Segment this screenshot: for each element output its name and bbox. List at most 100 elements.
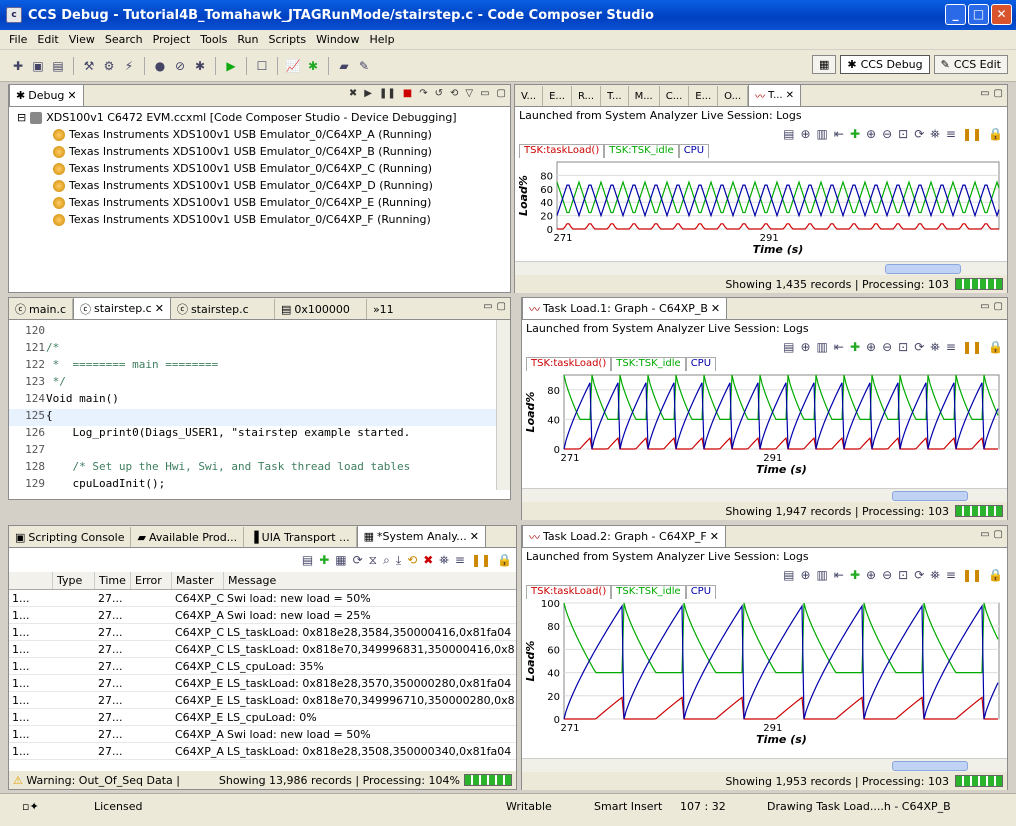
close-icon[interactable]: ✕	[470, 530, 479, 543]
perspective-ccs-edit[interactable]: ✎ CCS Edit	[933, 55, 1008, 74]
zoom-fit-icon[interactable]: ⊡	[898, 568, 908, 582]
lock-icon[interactable]: 🔒	[988, 568, 1003, 582]
legend-item[interactable]: CPU	[685, 585, 717, 599]
table-row[interactable]: 1... 27... C64XP_C LS_taskLoad: 0x818e70,34…	[9, 641, 516, 658]
save-icon[interactable]: ▣	[30, 58, 46, 74]
pause-icon[interactable]: ❚❚	[962, 568, 982, 582]
close-icon[interactable]: ✕	[710, 530, 719, 543]
pin-icon[interactable]: ✎	[356, 58, 372, 74]
minimize-icon[interactable]: ▭	[980, 301, 989, 312]
refresh-icon[interactable]: ⟳	[914, 340, 924, 354]
find-icon[interactable]: ⌕	[383, 553, 390, 568]
menu-file[interactable]: File	[4, 33, 32, 46]
add-icon[interactable]: ✚	[319, 553, 329, 567]
breakpoint-icon[interactable]: ●	[152, 58, 168, 74]
tree-core[interactable]: Texas Instruments XDS100v1 USB Emulator_…	[9, 126, 510, 143]
columns-icon[interactable]: ▤	[783, 340, 794, 354]
legend-item[interactable]: TSK:taskLoad()	[519, 144, 605, 158]
tree-core[interactable]: Texas Instruments XDS100v1 USB Emulator_…	[9, 177, 510, 194]
column-message[interactable]: Message	[224, 572, 504, 589]
resume-icon[interactable]: ▶	[364, 88, 372, 99]
binoculars-icon[interactable]: ⛯	[930, 340, 940, 355]
code-area[interactable]: 120 121/* 122 * ======== main ======== 1…	[9, 320, 510, 490]
table-row[interactable]: 1... 27... C64XP_A Swi load: new load = 50%	[9, 726, 516, 743]
filter-icon[interactable]: ⧖	[369, 553, 377, 568]
close-button[interactable]: ✕	[991, 4, 1012, 25]
step-into-icon[interactable]: ↷	[419, 88, 427, 99]
binoculars-icon[interactable]: ⛯	[930, 568, 940, 583]
chart-2[interactable]: 04080271 291Time (s)Load%	[522, 371, 1005, 481]
stop-icon[interactable]: ■	[403, 88, 412, 99]
maximize-icon[interactable]: ▢	[497, 88, 506, 99]
columns-icon[interactable]: ▤	[302, 553, 313, 567]
grid-icon[interactable]: ▦	[335, 553, 346, 567]
tab-main-c[interactable]: ⓒ main.c	[9, 299, 74, 319]
group-icon[interactable]: ▥	[817, 568, 828, 582]
refresh-icon[interactable]: ⟳	[353, 553, 363, 567]
chart-1[interactable]: 020406080271 291Time (s)Load%	[515, 158, 1005, 261]
new-icon[interactable]: ✚	[10, 58, 26, 74]
table-row[interactable]: 1... 27... C64XP_C Swi load: new load = 50%	[9, 590, 516, 607]
tab-uia-transport[interactable]: ▐ UIA Transport ...	[244, 527, 357, 547]
minimize-button[interactable]: _	[945, 4, 966, 25]
tab-stairstep-c-2[interactable]: ⓒ stairstep.c	[171, 299, 275, 319]
align-icon[interactable]: ⇤	[834, 127, 844, 141]
zoom-out-icon[interactable]: ⊖	[882, 340, 892, 354]
add-icon[interactable]: ✚	[850, 127, 860, 141]
flash-icon[interactable]: ⚡	[121, 58, 137, 74]
maximize-icon[interactable]: ▢	[994, 88, 1003, 99]
marker-icon[interactable]: ⊕	[800, 340, 810, 354]
marker-icon[interactable]: ⊕	[800, 127, 810, 141]
group-icon[interactable]: ▥	[817, 340, 828, 354]
menu-project[interactable]: Project	[148, 33, 196, 46]
tab-expressions[interactable]: E...	[543, 86, 572, 106]
minimize-icon[interactable]: ▭	[980, 529, 989, 540]
suspend-icon[interactable]: ❚❚	[379, 88, 396, 99]
lock-icon[interactable]: 🔒	[988, 127, 1003, 141]
table-row[interactable]: 1... 27... C64XP_E LS_taskLoad: 0x818e70,34…	[9, 692, 516, 709]
tree-core[interactable]: Texas Instruments XDS100v1 USB Emulator_…	[9, 211, 510, 228]
tab-available-products[interactable]: ▰ Available Prod...	[131, 527, 245, 547]
horizontal-scrollbar[interactable]	[522, 758, 1007, 772]
tab-task-load-1[interactable]: 〰 Task Load.1: Graph - C64XP_B ✕	[522, 297, 728, 319]
tab-t[interactable]: T...	[601, 86, 629, 106]
column-error[interactable]: Error	[131, 572, 172, 589]
align-icon[interactable]: ⇤	[834, 568, 844, 582]
zoom-out-icon[interactable]: ⊖	[882, 568, 892, 582]
menu-search[interactable]: Search	[100, 33, 148, 46]
vertical-scrollbar[interactable]	[496, 320, 510, 490]
menu-edit[interactable]: Edit	[32, 33, 63, 46]
minimize-icon[interactable]: ▭	[480, 88, 489, 99]
add-icon[interactable]: ✚	[850, 340, 860, 354]
tree-core[interactable]: Texas Instruments XDS100v1 USB Emulator_…	[9, 143, 510, 160]
tree-root[interactable]: ⊟ XDS100v1 C6472 EVM.ccxml [Code Composer…	[9, 109, 510, 126]
zoom-in-icon[interactable]: ⊕	[866, 568, 876, 582]
pause-icon[interactable]: ❚❚	[962, 127, 982, 141]
tree-core[interactable]: Texas Instruments XDS100v1 USB Emulator_…	[9, 160, 510, 177]
menu-run[interactable]: Run	[232, 33, 263, 46]
close-icon[interactable]: ✕	[155, 302, 164, 315]
menu-help[interactable]: Help	[365, 33, 400, 46]
tab-registers[interactable]: R...	[572, 86, 602, 106]
zoom-in-icon[interactable]: ⊕	[866, 127, 876, 141]
save-all-icon[interactable]: ▤	[50, 58, 66, 74]
legend-item[interactable]: TSK:taskLoad()	[526, 585, 612, 599]
filter-icon[interactable]: ≡	[946, 127, 956, 141]
tab-variables[interactable]: V...	[515, 86, 544, 106]
graph-icon[interactable]: 📈	[285, 58, 301, 74]
zoom-fit-icon[interactable]: ⊡	[898, 340, 908, 354]
close-icon[interactable]: ✕	[786, 90, 794, 101]
perspective-ccs-debug[interactable]: ✱ CCS Debug	[840, 55, 930, 74]
column-master[interactable]: Master	[172, 572, 224, 589]
zoom-out-icon[interactable]: ⊖	[882, 127, 892, 141]
bug-icon[interactable]: ✱	[192, 58, 208, 74]
zoom-fit-icon[interactable]: ⊡	[898, 127, 908, 141]
tab-system-analyzer[interactable]: ▦ *System Analy... ✕	[356, 525, 486, 547]
run-icon[interactable]: ▶	[223, 58, 239, 74]
open-folder-icon[interactable]: ▰	[336, 58, 352, 74]
export-icon[interactable]: ⤓	[396, 553, 401, 568]
zoom-in-icon[interactable]: ⊕	[866, 340, 876, 354]
maximize-icon[interactable]: ▢	[497, 301, 506, 312]
lock-icon[interactable]: 🔒	[497, 553, 512, 567]
columns-icon[interactable]: ▤	[783, 127, 794, 141]
